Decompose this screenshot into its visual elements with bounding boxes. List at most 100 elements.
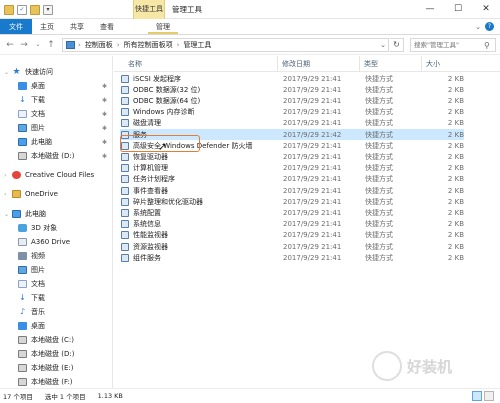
nav-quick-access[interactable]: ⌄ ★ 快速访问 bbox=[0, 66, 112, 78]
properties-icon[interactable]: ✓ bbox=[17, 4, 27, 15]
up-arrow-icon[interactable]: ↑ bbox=[45, 38, 57, 52]
window-controls: — ☐ ✕ bbox=[416, 0, 500, 19]
nav-item-disk-c[interactable]: 本地磁盘 (C:) bbox=[0, 334, 112, 346]
table-row[interactable]: iSCSI 发起程序 2017/9/29 21:41 快捷方式 2 KB bbox=[120, 73, 464, 84]
nav-item-downloads[interactable]: ↓ 下载 ✱ bbox=[0, 94, 112, 106]
nav-this-pc[interactable]: ⌄ 此电脑 bbox=[0, 208, 112, 220]
refresh-icon[interactable]: ↻ bbox=[390, 38, 404, 52]
chevron-right-icon[interactable]: › bbox=[4, 191, 10, 198]
navigation-pane: ⌄ ★ 快速访问 桌面 ✱ ↓ 下载 ✱ 文档 ✱ 图片 ✱ 此电脑 ✱ 本地磁… bbox=[0, 56, 113, 388]
tab-file[interactable]: 文件 bbox=[0, 19, 32, 34]
nav-item-documents[interactable]: 文档 ✱ bbox=[0, 108, 112, 120]
nav-item-disk-f[interactable]: 本地磁盘 (F:) bbox=[0, 376, 112, 388]
ribbon-tabs: 文件 主页 共享 查看 管理 ⌄ ? bbox=[0, 19, 500, 35]
table-row[interactable]: ODBC 数据源(64 位) 2017/9/29 21:41 快捷方式 2 KB bbox=[120, 95, 464, 106]
tab-home[interactable]: 主页 bbox=[32, 19, 62, 34]
breadcrumb-separator-icon[interactable]: › bbox=[177, 41, 180, 49]
pin-icon[interactable]: ✱ bbox=[102, 83, 107, 90]
table-row[interactable]: 性能监视器 2017/9/29 21:41 快捷方式 2 KB bbox=[120, 230, 464, 241]
file-date: 2017/9/29 21:41 bbox=[283, 186, 342, 195]
help-icon[interactable]: ? bbox=[485, 22, 494, 31]
nav-item-a360[interactable]: A360 Drive bbox=[0, 236, 112, 248]
chevron-right-icon[interactable]: › bbox=[4, 172, 10, 179]
search-input[interactable] bbox=[414, 41, 482, 49]
nav-item-pc-pictures[interactable]: 图片 bbox=[0, 264, 112, 276]
maximize-button[interactable]: ☐ bbox=[444, 0, 472, 19]
file-name: 事件查看器 bbox=[133, 186, 168, 195]
new-folder-icon[interactable] bbox=[30, 4, 40, 15]
chevron-down-icon[interactable]: ⌄ bbox=[4, 211, 10, 218]
nav-onedrive[interactable]: › OneDrive bbox=[0, 188, 112, 200]
minimize-button[interactable]: — bbox=[416, 0, 444, 19]
table-row[interactable]: 磁盘清理 2017/9/29 21:41 快捷方式 2 KB bbox=[120, 118, 464, 129]
table-row[interactable]: 资源监视器 2017/9/29 21:41 快捷方式 2 KB bbox=[120, 241, 464, 252]
close-button[interactable]: ✕ bbox=[472, 0, 500, 19]
column-header-date[interactable]: 修改日期 bbox=[278, 56, 360, 72]
tab-manage[interactable]: 管理 bbox=[148, 19, 178, 34]
chevron-down-icon[interactable]: ⌄ bbox=[4, 69, 10, 76]
nav-item-music[interactable]: ♪ 音乐 bbox=[0, 306, 112, 318]
search-icon[interactable]: ⚲ bbox=[484, 41, 490, 50]
pin-icon[interactable]: ✱ bbox=[102, 153, 107, 160]
address-bar[interactable]: › 控制面板 › 所有控制面板项 › 管理工具 ⌄ bbox=[62, 38, 389, 52]
file-type: 快捷方式 bbox=[365, 164, 393, 173]
nav-item-desktop[interactable]: 桌面 ✱ bbox=[0, 80, 112, 92]
file-date: 2017/9/29 21:41 bbox=[283, 152, 342, 161]
forward-arrow-icon[interactable]: → bbox=[18, 38, 30, 52]
table-row[interactable]: 系统信息 2017/9/29 21:41 快捷方式 2 KB bbox=[120, 219, 464, 230]
pin-icon[interactable]: ✱ bbox=[102, 125, 107, 132]
expand-ribbon-icon[interactable]: ⌄ bbox=[475, 23, 481, 31]
table-row[interactable]: 计算机管理 2017/9/29 21:41 快捷方式 2 KB bbox=[120, 163, 464, 174]
table-row[interactable]: 事件查看器 2017/9/29 21:41 快捷方式 2 KB bbox=[120, 185, 464, 196]
breadcrumb-control-panel[interactable]: 控制面板 bbox=[85, 40, 113, 50]
breadcrumb-separator-icon[interactable]: › bbox=[117, 41, 120, 49]
nav-item-disk-d[interactable]: 本地磁盘 (D:) bbox=[0, 348, 112, 360]
table-row[interactable]: 碎片整理和优化驱动器 2017/9/29 21:41 快捷方式 2 KB bbox=[120, 196, 464, 207]
pin-icon[interactable]: ✱ bbox=[102, 97, 107, 104]
table-row[interactable]: 系统配置 2017/9/29 21:41 快捷方式 2 KB bbox=[120, 207, 464, 218]
search-box[interactable]: ⚲ bbox=[410, 38, 496, 52]
file-type: 快捷方式 bbox=[365, 231, 393, 240]
nav-item-disk-d-quick[interactable]: 本地磁盘 (D:) ✱ bbox=[0, 150, 112, 162]
nav-item-pc-downloads[interactable]: ↓ 下载 bbox=[0, 292, 112, 304]
nav-item-pc-desktop[interactable]: 桌面 bbox=[0, 320, 112, 332]
table-row[interactable]: 组件服务 2017/9/29 21:41 快捷方式 2 KB bbox=[120, 252, 464, 263]
nav-label: 本地磁盘 (E:) bbox=[31, 364, 74, 372]
recent-locations-icon[interactable]: ⌄ bbox=[32, 38, 44, 52]
file-type: 快捷方式 bbox=[365, 242, 393, 251]
nav-item-3d-objects[interactable]: 3D 对象 bbox=[0, 222, 112, 234]
back-arrow-icon[interactable]: ← bbox=[4, 38, 16, 52]
breadcrumb-separator-icon[interactable]: › bbox=[78, 41, 81, 49]
pin-icon[interactable]: ✱ bbox=[102, 139, 107, 146]
column-header-name[interactable]: 名称 bbox=[124, 56, 278, 72]
nav-item-pc-documents[interactable]: 文档 bbox=[0, 278, 112, 290]
nav-creative-cloud[interactable]: › Creative Cloud Files bbox=[0, 169, 112, 181]
table-row[interactable]: 任务计划程序 2017/9/29 21:41 快捷方式 2 KB bbox=[120, 174, 464, 185]
nav-item-this-pc-quick[interactable]: 此电脑 ✱ bbox=[0, 136, 112, 148]
details-view-icon[interactable] bbox=[472, 391, 482, 401]
window-title: 管理工具 bbox=[172, 5, 202, 14]
column-header-size[interactable]: 大小 bbox=[422, 56, 468, 72]
chevron-down-icon[interactable]: ⌄ bbox=[378, 41, 388, 49]
nav-item-pictures[interactable]: 图片 ✱ bbox=[0, 122, 112, 134]
shortcut-icon bbox=[121, 164, 129, 173]
table-row[interactable]: Windows 内存诊断 2017/9/29 21:41 快捷方式 2 KB bbox=[120, 107, 464, 118]
file-date: 2017/9/29 21:42 bbox=[283, 130, 342, 139]
column-header-type[interactable]: 类型 bbox=[360, 56, 422, 72]
pin-icon[interactable]: ✱ bbox=[102, 111, 107, 118]
nav-item-videos[interactable]: 视频 bbox=[0, 250, 112, 262]
table-row[interactable]: 恢复驱动器 2017/9/29 21:41 快捷方式 2 KB bbox=[120, 151, 464, 162]
breadcrumb-admin-tools[interactable]: 管理工具 bbox=[183, 40, 211, 50]
large-icons-view-icon[interactable] bbox=[484, 391, 494, 401]
3d-objects-icon bbox=[18, 224, 27, 232]
file-size: 2 KB bbox=[447, 141, 464, 150]
table-row[interactable]: ODBC 数据源(32 位) 2017/9/29 21:41 快捷方式 2 KB bbox=[120, 84, 464, 95]
chevron-down-icon[interactable]: ▾ bbox=[43, 4, 53, 15]
tab-view[interactable]: 查看 bbox=[92, 19, 122, 34]
star-icon: ★ bbox=[12, 67, 21, 77]
nav-item-disk-e[interactable]: 本地磁盘 (E:) bbox=[0, 362, 112, 374]
tab-share[interactable]: 共享 bbox=[62, 19, 92, 34]
breadcrumb-all-items[interactable]: 所有控制面板项 bbox=[124, 40, 173, 50]
shortcut-icon bbox=[121, 186, 129, 195]
file-type: 快捷方式 bbox=[365, 208, 393, 217]
